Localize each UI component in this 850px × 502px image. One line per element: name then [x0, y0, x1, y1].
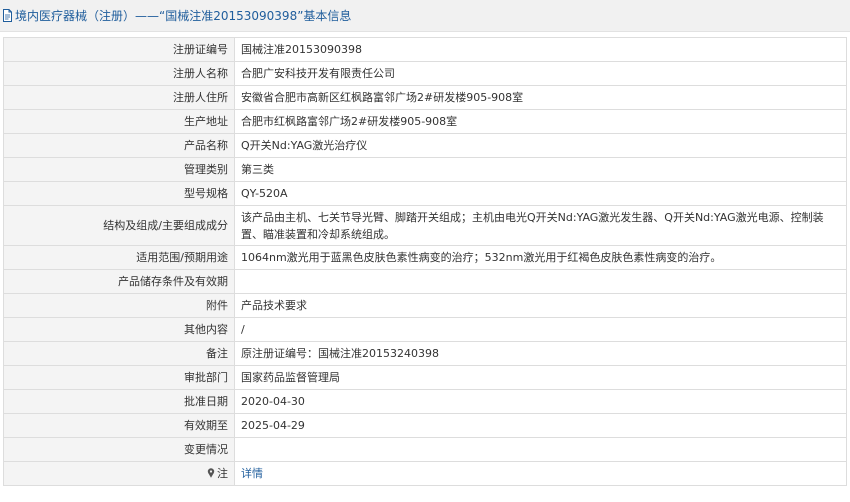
row-label: 变更情况: [3, 437, 235, 462]
table-row: 注册证编号 国械注准20153090398: [3, 37, 847, 62]
table-row: 备注 原注册证编号：国械注准20153240398: [3, 341, 847, 366]
note-value-cell: 详情: [234, 461, 847, 486]
row-value: 安徽省合肥市高新区红枫路富邻广场2#研发楼905-908室: [234, 85, 847, 110]
note-row: 注 详情: [3, 461, 847, 486]
row-label: 注册证编号: [3, 37, 235, 62]
note-label: 注: [217, 467, 228, 480]
note-label-cell: 注: [3, 461, 235, 486]
row-value: 合肥广安科技开发有限责任公司: [234, 61, 847, 86]
table-row: 生产地址 合肥市红枫路富邻广场2#研发楼905-908室: [3, 109, 847, 134]
row-label: 适用范围/预期用途: [3, 245, 235, 270]
row-value: 该产品由主机、七关节导光臂、脚踏开关组成；主机由电光Q开关Nd:YAG激光发生器…: [234, 205, 847, 246]
row-value: [234, 437, 847, 462]
row-label: 有效期至: [3, 413, 235, 438]
document-icon: [2, 9, 13, 22]
row-value: 2020-04-30: [234, 389, 847, 414]
row-value: 1064nm激光用于蓝黑色皮肤色素性病变的治疗；532nm激光用于红褐色皮肤色素…: [234, 245, 847, 270]
row-label: 产品名称: [3, 133, 235, 158]
row-label: 审批部门: [3, 365, 235, 390]
row-label: 备注: [3, 341, 235, 366]
table-row: 产品名称 Q开关Nd:YAG激光治疗仪: [3, 133, 847, 158]
details-link[interactable]: 详情: [241, 467, 263, 480]
row-label: 附件: [3, 293, 235, 318]
table-row: 注册人名称 合肥广安科技开发有限责任公司: [3, 61, 847, 86]
row-label: 注册人名称: [3, 61, 235, 86]
table-row: 注册人住所 安徽省合肥市高新区红枫路富邻广场2#研发楼905-908室: [3, 85, 847, 110]
page-title: 境内医疗器械（注册）——“国械注准20153090398”基本信息: [15, 9, 352, 23]
table-row: 有效期至 2025-04-29: [3, 413, 847, 438]
table-row: 管理类别 第三类: [3, 157, 847, 182]
table-row: 变更情况: [3, 437, 847, 462]
row-label: 型号规格: [3, 181, 235, 206]
row-label: 批准日期: [3, 389, 235, 414]
table-row: 附件 产品技术要求: [3, 293, 847, 318]
row-label: 产品储存条件及有效期: [3, 269, 235, 294]
row-value: 第三类: [234, 157, 847, 182]
row-value: [234, 269, 847, 294]
table-row: 审批部门 国家药品监督管理局: [3, 365, 847, 390]
table-row: 产品储存条件及有效期: [3, 269, 847, 294]
table-row: 批准日期 2020-04-30: [3, 389, 847, 414]
row-label: 注册人住所: [3, 85, 235, 110]
table-row: 结构及组成/主要组成成分 该产品由主机、七关节导光臂、脚踏开关组成；主机由电光Q…: [3, 205, 847, 246]
detail-table-container: 注册证编号 国械注准20153090398 注册人名称 合肥广安科技开发有限责任…: [3, 37, 847, 486]
table-row: 适用范围/预期用途 1064nm激光用于蓝黑色皮肤色素性病变的治疗；532nm激…: [3, 245, 847, 270]
row-value: 原注册证编号：国械注准20153240398: [234, 341, 847, 366]
row-value: 国械注准20153090398: [234, 37, 847, 62]
row-label: 结构及组成/主要组成成分: [3, 205, 235, 246]
row-label: 管理类别: [3, 157, 235, 182]
table-row: 型号规格 QY-520A: [3, 181, 847, 206]
page-title-bar: 境内医疗器械（注册）——“国械注准20153090398”基本信息: [0, 0, 850, 32]
row-value: 合肥市红枫路富邻广场2#研发楼905-908室: [234, 109, 847, 134]
row-value: /: [234, 317, 847, 342]
table-row: 其他内容 /: [3, 317, 847, 342]
pin-icon: [207, 468, 215, 478]
row-value: 2025-04-29: [234, 413, 847, 438]
row-value: Q开关Nd:YAG激光治疗仪: [234, 133, 847, 158]
row-label: 生产地址: [3, 109, 235, 134]
detail-table: 注册证编号 国械注准20153090398 注册人名称 合肥广安科技开发有限责任…: [3, 37, 847, 486]
row-value: 产品技术要求: [234, 293, 847, 318]
row-value: QY-520A: [234, 181, 847, 206]
row-value-text: 该产品由主机、七关节导光臂、脚踏开关组成；主机由电光Q开关Nd:YAG激光发生器…: [241, 210, 824, 241]
row-label: 其他内容: [3, 317, 235, 342]
row-value: 国家药品监督管理局: [234, 365, 847, 390]
